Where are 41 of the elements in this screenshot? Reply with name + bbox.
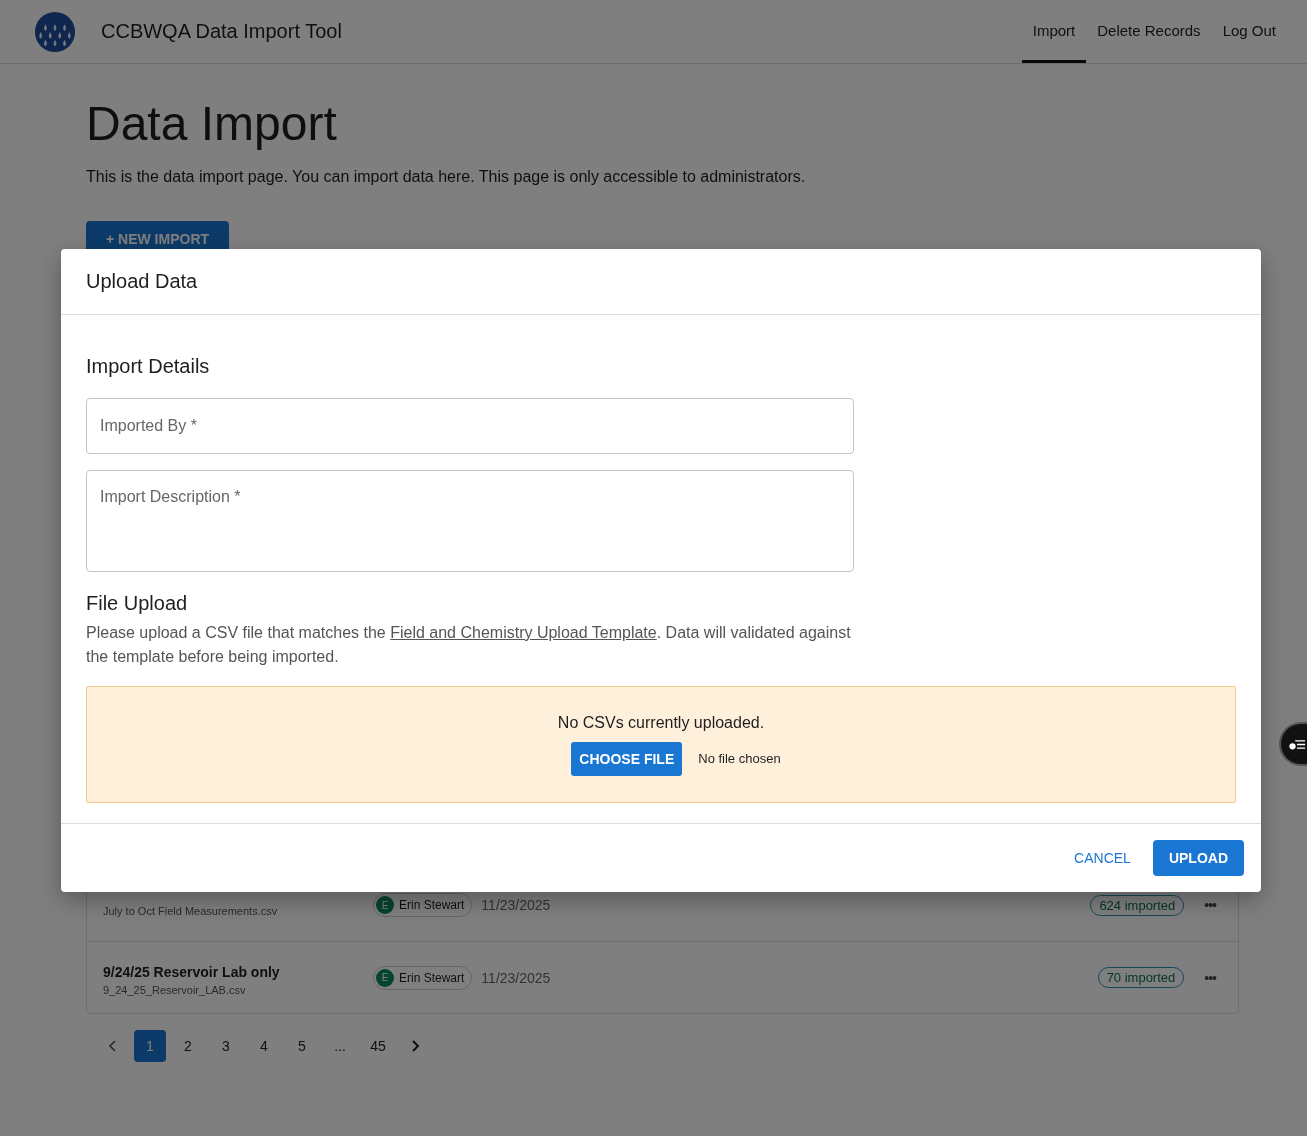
page-button[interactable]: 5 xyxy=(286,1030,318,1062)
user-avatar: E xyxy=(376,968,394,987)
upload-instructions: Please upload a CSV file that matches the Field and Chemistry Upload Template. Data will validated against the template before being imported. xyxy=(86,623,852,667)
cancel-button[interactable]: CANCEL xyxy=(1068,849,1137,867)
import-date: 11/23/2025 xyxy=(481,969,551,986)
logo-icon xyxy=(34,10,76,53)
input-field[interactable]: Imported By * xyxy=(86,398,854,454)
next-page-icon[interactable] xyxy=(410,1040,420,1052)
nav-tab[interactable]: Log Out xyxy=(1211,0,1287,63)
more-button[interactable]: ••• xyxy=(1198,896,1222,914)
floating-menu-button[interactable] xyxy=(1279,722,1307,766)
page-button[interactable]: 45 xyxy=(362,1030,394,1062)
previous-page-icon[interactable] xyxy=(108,1040,118,1052)
upload-button[interactable]: UPLOAD xyxy=(1152,840,1244,876)
user-name: Erin Stewart xyxy=(399,898,465,912)
text-area[interactable]: Import Description * xyxy=(86,470,854,572)
list-icon xyxy=(1288,737,1306,751)
file-status: No file chosen xyxy=(698,751,781,766)
intro-text: This is the data import page. You can import data here. This page is only accessible to administrators. xyxy=(86,168,807,186)
dialog-title: Upload Data xyxy=(86,270,198,293)
section-heading: File Upload xyxy=(86,592,189,615)
empty-message: No CSVs currently uploaded. xyxy=(557,713,765,732)
page-button[interactable]: ... xyxy=(324,1030,356,1062)
choose-file-button[interactable]: CHOOSE FILE xyxy=(571,741,683,776)
page-heading: Data Import xyxy=(86,96,338,152)
import-date: 11/23/2025 xyxy=(481,897,551,913)
file-name: July to Oct Field Measurements.csv xyxy=(103,905,279,917)
more-button[interactable]: ••• xyxy=(1198,968,1222,987)
nav-tab[interactable]: Delete Records xyxy=(1086,0,1212,63)
app-title: CCBWQA Data Import Tool xyxy=(101,20,342,43)
file-name: 9_24_25_Reservoir_LAB.csv xyxy=(103,983,247,996)
page-button[interactable]: 2 xyxy=(172,1030,204,1062)
nav-tab[interactable]: Import xyxy=(1021,0,1087,63)
page-button[interactable]: 4 xyxy=(248,1030,280,1062)
section-heading: Import Details xyxy=(86,355,211,378)
import-title: 9/24/25 Reservoir Lab only xyxy=(103,963,281,980)
user-avatar: E xyxy=(376,896,394,914)
page-button[interactable]: 1 xyxy=(134,1030,166,1062)
page-button[interactable]: 3 xyxy=(210,1030,242,1062)
template-link[interactable]: Field and Chemistry Upload Template xyxy=(390,624,657,641)
user-name: Erin Stewart xyxy=(399,970,465,985)
